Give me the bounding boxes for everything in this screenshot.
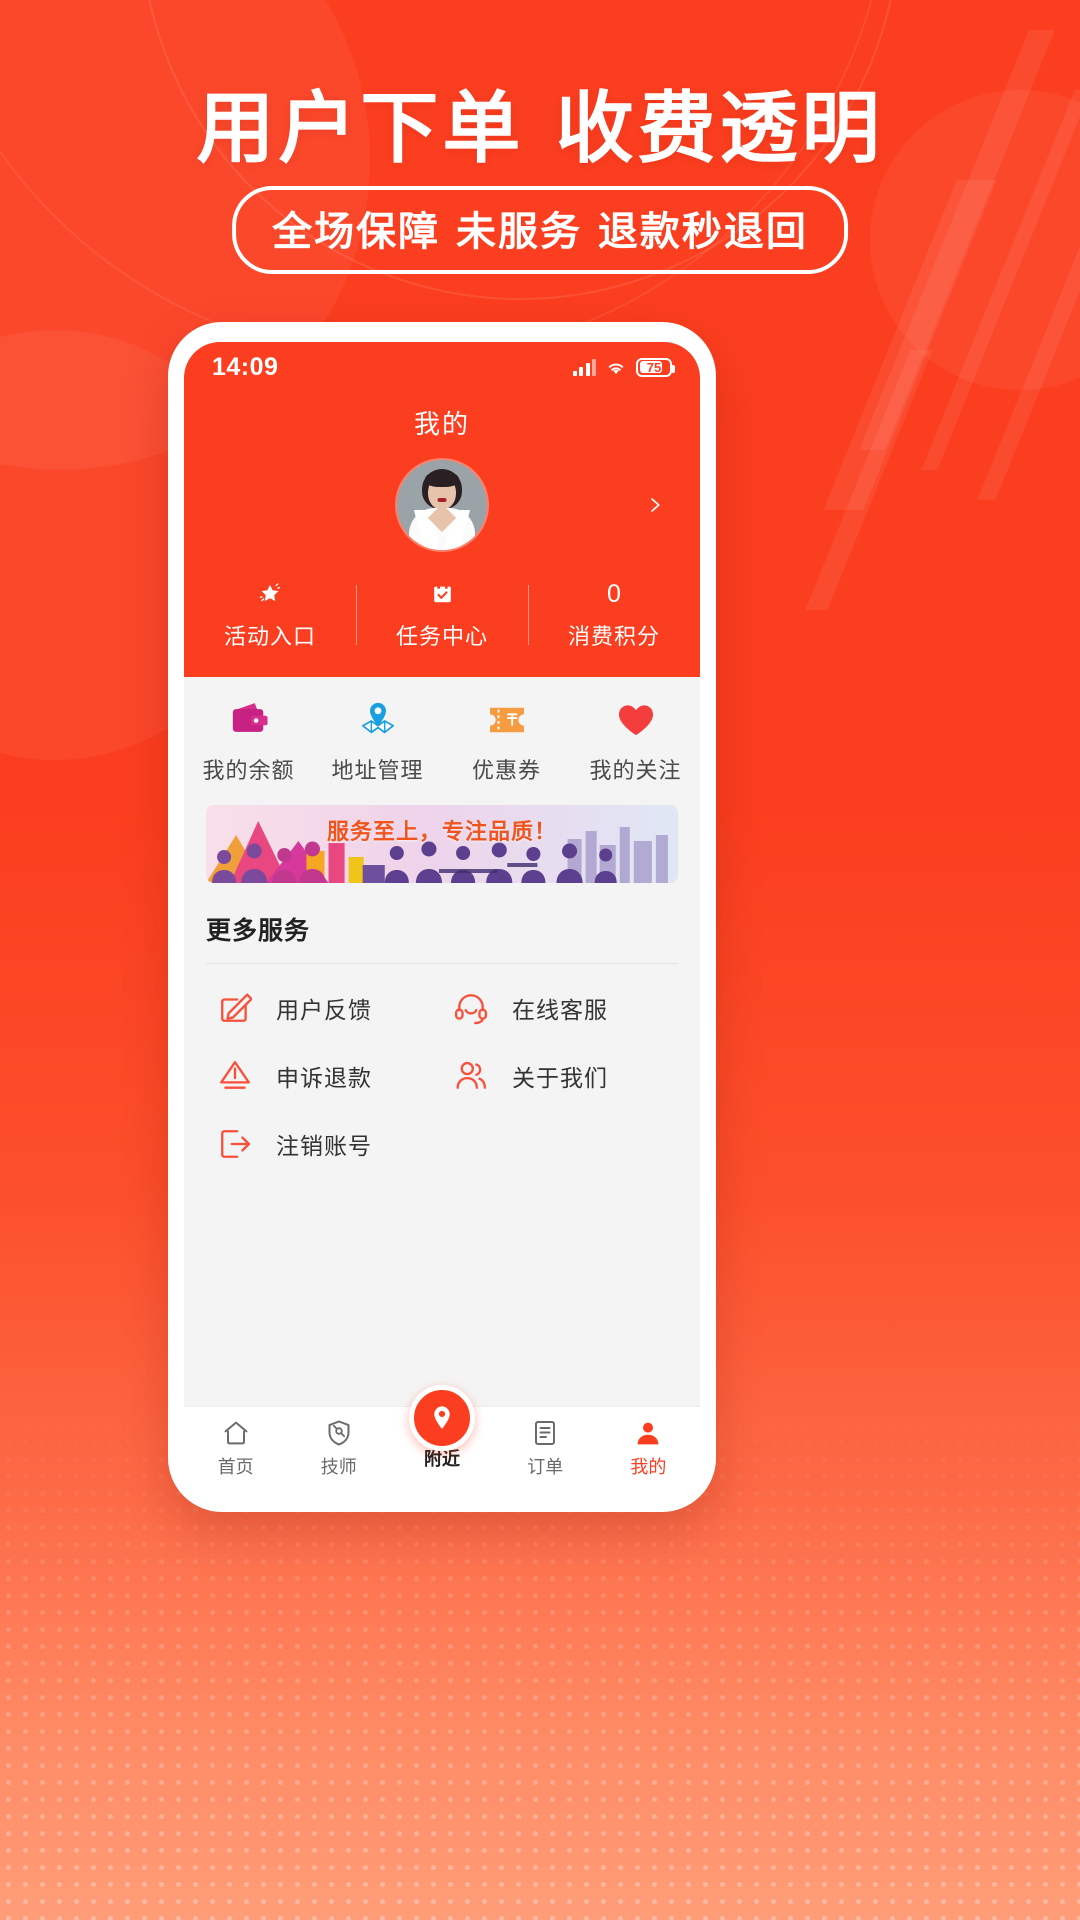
star-icon [184,579,356,609]
stat-value: 0 [607,580,621,608]
battery-icon: 75 [636,357,675,377]
more-services-title: 更多服务 [206,917,311,945]
page-title: 我的 [413,409,470,439]
wifi-icon [608,363,624,374]
phone-screen: 14:09 75 我的 活动入口 任务中心 0 消费积分 我的余额 地址管理 优… [184,342,700,1492]
promo-banner-wrap: 服务至上，专注品质！ [184,803,700,897]
status-bar: 14:09 75 [184,342,700,392]
shortcut-row: 我的余额 地址管理 优惠券 我的关注 [184,677,700,803]
tab-label: 首页 [217,1457,254,1477]
map-pin-icon [313,697,442,743]
coupon-icon [442,697,571,743]
menu-item-about-us[interactable]: 关于我们 [442,1042,678,1110]
edit-square-icon [206,991,264,1025]
chevron-right-icon[interactable] [646,496,664,514]
home-icon [184,1417,287,1449]
tab-orders[interactable]: 订单 [494,1417,597,1479]
tab-label: 订单 [527,1457,564,1477]
technician-icon [287,1417,390,1449]
location-pin-icon [434,1406,450,1429]
tab-technician[interactable]: 技师 [287,1417,390,1479]
bottom-tab-bar: 首页 技师 附近 订单 我的 [184,1385,700,1492]
menu-item-label: 在线客服 [512,997,608,1023]
menu-item-label: 注销账号 [276,1133,372,1159]
avatar[interactable] [397,460,487,550]
menu-item-label: 申诉退款 [276,1065,372,1091]
tab-nearby[interactable]: 附近 [390,1385,493,1471]
signal-bars-icon [572,358,596,376]
tab-label: 技师 [320,1457,357,1477]
shortcut-address[interactable]: 地址管理 [313,697,442,785]
orders-icon [494,1417,597,1449]
stat-points[interactable]: 0 消费积分 [528,579,700,651]
profile-icon [597,1417,700,1449]
appeal-refund-icon [206,1059,264,1093]
nearby-fab-button[interactable] [409,1385,475,1451]
more-services-grid: 用户反馈 在线客服 申诉退款 关于我们 注销账号 [206,964,678,1178]
users-icon [442,1059,500,1093]
tab-label: 我的 [630,1457,667,1477]
wallet-icon [184,697,313,743]
status-clock: 14:09 [212,352,279,381]
stat-label: 任务中心 [395,624,488,649]
profile-row[interactable] [184,459,700,551]
stats-row: 活动入口 任务中心 0 消费积分 [184,579,700,651]
banner-text: 服务至上，专注品质！ [326,819,557,844]
status-icons: 75 [572,357,675,377]
more-services-section: 更多服务 用户反馈 在线客服 申诉退款 关于我们 注销账号 [184,897,700,1406]
heart-icon [571,697,700,743]
menu-item-support[interactable]: 在线客服 [442,974,678,1042]
shortcut-label: 地址管理 [331,758,424,783]
menu-item-label: 关于我们 [512,1065,608,1091]
poster-headline: 用户下单 收费透明 [196,84,884,174]
menu-item-feedback[interactable]: 用户反馈 [206,974,442,1042]
shortcut-follow[interactable]: 我的关注 [571,697,700,785]
stat-activity-entry[interactable]: 活动入口 [184,579,356,651]
profile-header: 我的 活动入口 任务中心 0 消费积分 [184,392,700,677]
phone-mockup: 14:09 75 我的 活动入口 任务中心 0 消费积分 我的余额 地址管理 优… [168,322,716,1512]
tab-home[interactable]: 首页 [184,1417,287,1479]
promo-banner[interactable]: 服务至上，专注品质！ [206,805,678,883]
poster-subtitle-pill: 全场保障 未服务 退款秒退回 [232,186,848,274]
logout-icon [206,1127,264,1161]
stat-label: 消费积分 [567,624,660,649]
stat-label: 活动入口 [223,624,316,649]
shortcut-label: 优惠券 [471,758,541,783]
headset-icon [442,991,500,1025]
menu-item-appeal-refund[interactable]: 申诉退款 [206,1042,442,1110]
tab-profile[interactable]: 我的 [597,1417,700,1479]
menu-item-label: 用户反馈 [276,997,372,1023]
battery-level: 75 [646,359,662,375]
menu-item-delete-account[interactable]: 注销账号 [206,1110,442,1178]
shortcut-label: 我的关注 [589,758,682,783]
avatar-lips [437,498,447,502]
decor-stripe [805,350,933,610]
avatar-fringe [425,471,459,487]
shortcut-coupon[interactable]: 优惠券 [442,697,571,785]
stat-task-center[interactable]: 任务中心 [356,579,528,651]
calendar-check-icon [356,579,528,609]
shortcut-balance[interactable]: 我的余额 [184,697,313,785]
shortcut-label: 我的余额 [202,758,295,783]
